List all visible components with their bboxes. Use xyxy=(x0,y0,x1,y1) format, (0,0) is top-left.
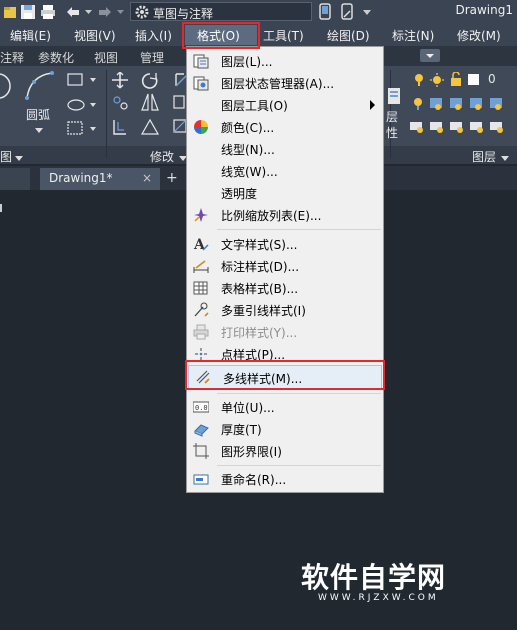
document-tab[interactable]: Drawing1* × xyxy=(40,168,160,190)
modify-panel-label: 修改 xyxy=(150,150,175,164)
menu-item-table-style[interactable]: 表格样式(B)... xyxy=(187,277,383,299)
menu-separator xyxy=(217,393,381,394)
table-style-icon xyxy=(193,281,208,295)
menu-item-dim-style[interactable]: 标注样式(D)... xyxy=(187,255,383,277)
menu-separator xyxy=(217,229,381,230)
gear-icon xyxy=(135,5,149,19)
menu-separator xyxy=(217,465,381,466)
menu-dimension[interactable]: 标注(N) xyxy=(392,27,434,44)
layers-panel-label: 图层 xyxy=(472,150,497,164)
thickness-icon xyxy=(194,424,209,437)
start-tab[interactable] xyxy=(0,168,30,190)
rectangle-tool-icon[interactable] xyxy=(66,70,102,145)
new-tab-icon[interactable]: + xyxy=(166,170,178,186)
menu-item-layer-tools[interactable]: 图层工具(O) xyxy=(187,94,383,116)
annotation-box-format-menu xyxy=(182,22,260,49)
tab-annotate[interactable]: 注释 xyxy=(0,49,24,66)
menu-item-linetype[interactable]: 线型(N)... xyxy=(187,138,383,160)
qat-customize-icon[interactable] xyxy=(362,6,372,20)
tab-view[interactable]: 视图 xyxy=(94,49,118,66)
menu-item-scale-list[interactable]: 比例缩放列表(E)... xyxy=(187,204,383,226)
menu-item-text-style[interactable]: A 文字样式(S)... xyxy=(187,233,383,255)
menu-item-plot-style: 打印样式(Y)... xyxy=(187,321,383,343)
print-icon[interactable] xyxy=(40,4,56,20)
tab-parametric[interactable]: 参数化 xyxy=(38,49,74,66)
menu-edit[interactable]: 编辑(E) xyxy=(10,27,51,44)
menu-item-transparency[interactable]: 透明度 xyxy=(187,182,383,204)
layer-tools-icons[interactable] xyxy=(410,96,515,143)
menu-view[interactable]: 视图(V) xyxy=(74,27,116,44)
menu-item-thickness[interactable]: 厚度(T) xyxy=(187,418,383,440)
draw-panel-label: 图 xyxy=(0,150,13,164)
layer-control[interactable] xyxy=(412,71,517,91)
arc-label: 圆弧 xyxy=(26,108,51,122)
menu-item-mleader-style[interactable]: 多重引线样式(I) xyxy=(187,299,383,321)
submenu-arrow-icon xyxy=(370,100,375,110)
menu-item-rename[interactable]: 重命名(R)... xyxy=(187,468,383,490)
undo-icon[interactable] xyxy=(64,4,80,20)
menu-item-drawing-limits[interactable]: 图形界限(I) xyxy=(187,440,383,462)
layers-icon xyxy=(193,54,209,69)
tab-manage[interactable]: 管理 xyxy=(140,49,164,66)
arc-tool-icon[interactable] xyxy=(24,70,58,105)
limits-icon xyxy=(193,443,209,459)
menu-draw[interactable]: 绘图(D) xyxy=(327,27,370,44)
layers-panel-dropdown-icon[interactable] xyxy=(500,152,510,166)
document-tab-label: Drawing1* xyxy=(49,171,113,185)
menu-item-layer-states[interactable]: 图层状态管理器(A)... xyxy=(187,72,383,94)
watermark-url: WWW.RJZXW.COM xyxy=(318,593,439,603)
watermark-title: 软件自学网 xyxy=(301,561,447,594)
layer-properties-icon[interactable] xyxy=(386,86,402,109)
current-layer-value: 0 xyxy=(488,72,496,86)
scale-list-icon xyxy=(194,208,208,222)
layer-properties-label-2: 性 xyxy=(386,126,399,140)
dim-style-icon xyxy=(193,260,209,273)
circle-tool-icon[interactable] xyxy=(0,70,14,107)
arc-dropdown-icon[interactable] xyxy=(34,124,44,138)
plot-style-icon xyxy=(193,324,209,340)
annotation-box-multiline-style xyxy=(185,360,385,390)
save-icon[interactable] xyxy=(20,4,36,20)
svg-text:0.0: 0.0 xyxy=(195,404,208,412)
ribbon-separator xyxy=(106,70,107,158)
text-style-icon: A xyxy=(193,237,209,252)
format-menu: 图层(L)... 图层状态管理器(A)... 图层工具(O) 颜色(C)... … xyxy=(186,46,384,493)
menu-modify[interactable]: 修改(M) xyxy=(457,27,501,44)
export-icon[interactable] xyxy=(340,3,354,24)
rename-icon xyxy=(193,474,209,485)
workspace-name: 草图与注释 xyxy=(153,7,214,21)
units-icon: 0.0 xyxy=(193,401,209,413)
menu-item-color[interactable]: 颜色(C)... xyxy=(187,116,383,138)
mleader-style-icon xyxy=(194,302,209,317)
color-wheel-icon xyxy=(194,120,208,134)
redo-icon[interactable] xyxy=(96,4,112,20)
layer-properties-label-1: 层 xyxy=(386,110,399,124)
menu-insert[interactable]: 插入(I) xyxy=(135,27,172,44)
menu-tools[interactable]: 工具(T) xyxy=(263,27,304,44)
modify-tools-icons[interactable] xyxy=(112,71,192,139)
layer-states-icon xyxy=(193,76,209,91)
window-title: Drawing1 xyxy=(455,3,513,17)
ribbon-minimize-button[interactable] xyxy=(420,49,440,62)
menu-item-layer[interactable]: 图层(L)... xyxy=(187,50,383,72)
open-icon[interactable] xyxy=(2,4,18,20)
menu-item-units[interactable]: 0.0 单位(U)... xyxy=(187,396,383,418)
crosshair-mark xyxy=(0,204,2,212)
close-tab-icon[interactable]: × xyxy=(142,171,152,185)
draw-panel-dropdown-icon[interactable] xyxy=(14,152,24,166)
share-icon[interactable] xyxy=(318,3,332,24)
menu-item-lineweight[interactable]: 线宽(W)... xyxy=(187,160,383,182)
workspace-switcher[interactable]: 草图与注释 xyxy=(130,2,312,21)
